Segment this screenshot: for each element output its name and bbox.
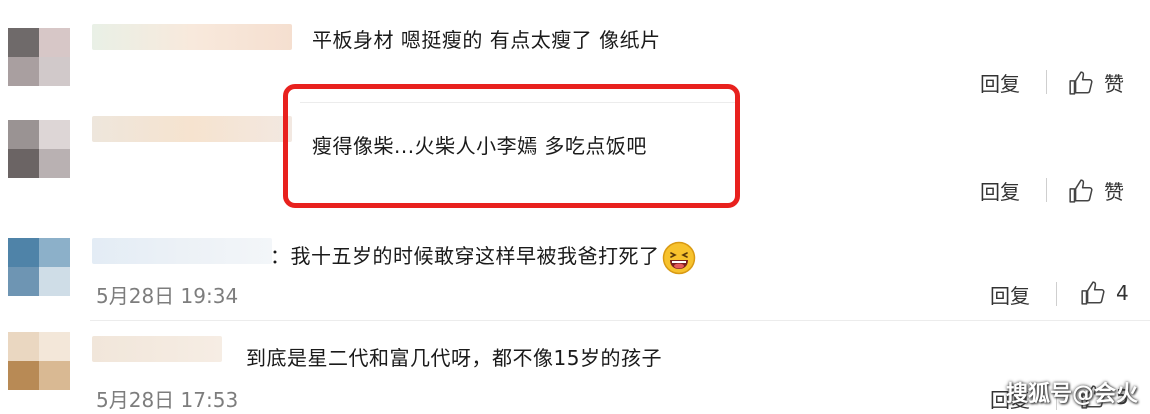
like-button[interactable]: 赞 — [1068, 176, 1124, 205]
comment-text: 到底是星二代和富几代呀，都不像15岁的孩子 — [246, 346, 662, 370]
comment-item: 到底是星二代和富几代呀，都不像15岁的孩子 5月28日 17:53 回复 5 — [0, 320, 1150, 414]
like-count: 4 — [1116, 281, 1129, 305]
username-blurred[interactable] — [92, 336, 222, 362]
reply-label: 回复 — [980, 180, 1020, 204]
thumbs-up-icon — [1069, 178, 1093, 203]
avatar[interactable] — [8, 120, 70, 178]
username-blurred[interactable] — [92, 116, 292, 142]
thumbs-up-icon — [1081, 281, 1105, 305]
action-divider — [1046, 70, 1047, 94]
avatar[interactable] — [8, 238, 70, 296]
reply-label: 回复 — [980, 72, 1020, 96]
action-divider — [1046, 178, 1047, 202]
like-button[interactable]: 赞 — [1068, 68, 1124, 97]
avatar[interactable] — [8, 28, 70, 86]
divider-line — [90, 320, 1150, 321]
timestamp: 5月28日 19:34 — [96, 284, 239, 308]
comment-text: ：我十五岁的时候敢穿这样早被我爸打死了 — [270, 240, 696, 275]
laughing-face-icon — [662, 241, 695, 274]
timestamp: 5月28日 17:53 — [96, 388, 239, 412]
like-button[interactable]: 4 — [1080, 280, 1129, 306]
thumbs-up-icon — [1069, 70, 1093, 95]
like-label: 赞 — [1104, 180, 1124, 204]
comment-item: ：我十五岁的时候敢穿这样早被我爸打死了 5月28日 19:34 回复 4 — [0, 210, 1150, 320]
reply-label: 回复 — [990, 284, 1030, 308]
username-blurred[interactable] — [92, 238, 272, 264]
like-label: 赞 — [1104, 72, 1124, 96]
highlight-box — [283, 84, 740, 208]
reply-button[interactable]: 回复 — [980, 68, 1020, 97]
reply-button[interactable]: 回复 — [980, 176, 1020, 205]
comment-body: 我十五岁的时候敢穿这样早被我爸打死了 — [290, 244, 660, 268]
reply-button[interactable]: 回复 — [990, 280, 1030, 309]
watermark: 搜狐号@会火 — [1005, 382, 1138, 407]
avatar[interactable] — [8, 332, 70, 390]
username-blurred[interactable] — [92, 24, 292, 50]
comment-text: 平板身材 嗯挺瘦的 有点太瘦了 像纸片 — [312, 28, 661, 52]
action-divider — [1056, 282, 1057, 306]
comment-prefix: ： — [270, 244, 291, 268]
